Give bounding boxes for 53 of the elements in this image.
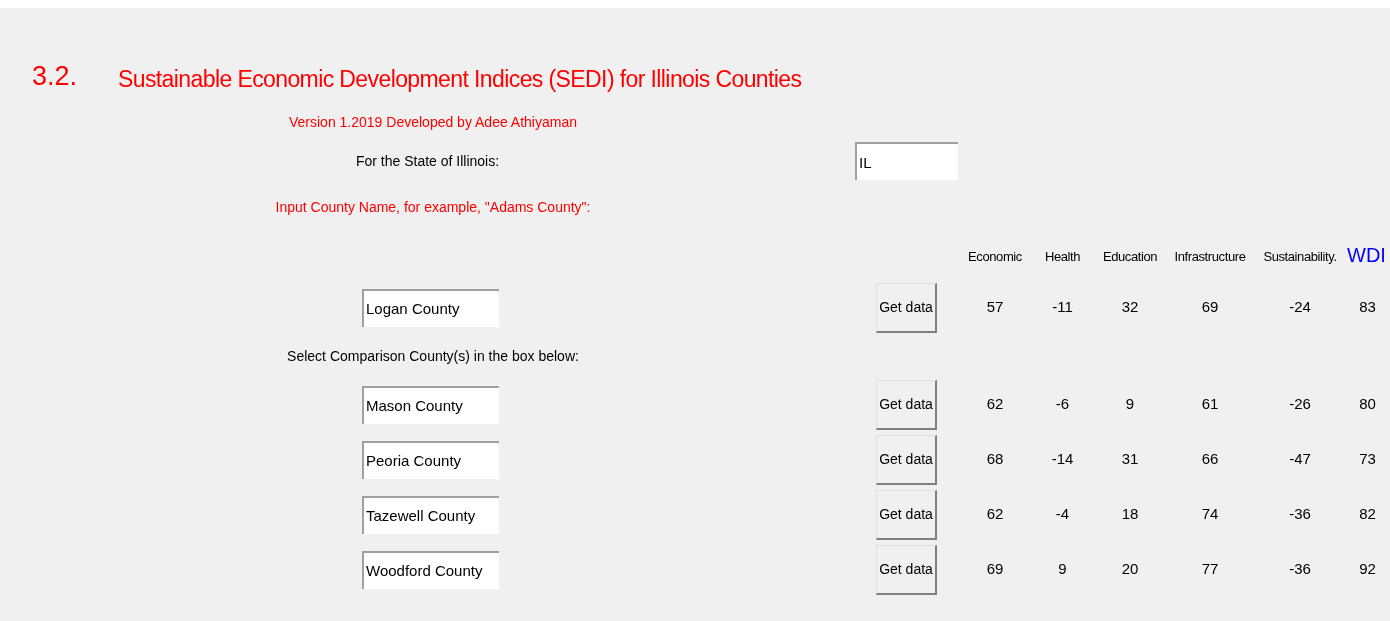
score-value: 73 [1358, 449, 1377, 470]
county-field[interactable]: Tazewell County [362, 495, 499, 534]
section-number: 3.2. [32, 59, 79, 93]
score-value: 9 [1124, 394, 1136, 415]
column-header: Economic [967, 247, 1023, 266]
score-value: -14 [1050, 449, 1075, 470]
county-field[interactable]: Mason County [362, 385, 499, 424]
page-title: Sustainable Economic Development Indices (SEDI) for Illinois Counties [118, 64, 802, 94]
get-data-button[interactable]: Get data [876, 489, 937, 540]
score-value: 80 [1358, 394, 1377, 415]
score-value: 31 [1120, 449, 1140, 470]
score-value: 61 [1200, 394, 1220, 415]
score-value: 68 [985, 449, 1005, 470]
version-text: Version 1.2019 Developed by Adee Athiyaman [288, 112, 578, 132]
column-header: WDI [1346, 243, 1387, 268]
comparison-prompt: Select Comparison County(s) in the box below: [286, 346, 580, 366]
county-field[interactable]: Logan County [362, 288, 499, 327]
score-value: 69 [985, 559, 1005, 580]
score-value: -47 [1288, 449, 1312, 470]
get-data-button[interactable]: Get data [876, 544, 937, 595]
score-value: 62 [985, 394, 1005, 415]
get-data-button[interactable]: Get data [876, 282, 937, 333]
score-value: 18 [1120, 504, 1140, 525]
state-label: For the State of Illinois: [354, 151, 501, 171]
score-value: 9 [1057, 559, 1068, 580]
score-value: 57 [985, 297, 1005, 318]
score-value: 92 [1358, 559, 1377, 580]
county-field[interactable]: Woodford County [362, 550, 499, 589]
column-header: Health [1043, 247, 1082, 266]
score-value: 74 [1200, 504, 1220, 525]
score-value: 69 [1200, 297, 1220, 318]
score-value: 62 [985, 504, 1005, 525]
score-value: 66 [1200, 449, 1220, 470]
column-header: Sustainability. [1262, 247, 1338, 266]
state-field[interactable]: IL [855, 142, 958, 180]
score-value: -36 [1288, 559, 1312, 580]
score-value: -24 [1288, 297, 1312, 318]
score-value: 77 [1200, 559, 1220, 580]
score-value: 20 [1120, 559, 1140, 580]
column-header: Education [1101, 247, 1159, 266]
score-value: -26 [1288, 394, 1312, 415]
get-data-button[interactable]: Get data [876, 434, 937, 485]
score-value: -4 [1054, 504, 1071, 525]
score-value: 82 [1358, 504, 1377, 525]
county-prompt: Input County Name, for example, "Adams County": [274, 197, 592, 217]
score-value: -36 [1288, 504, 1312, 525]
column-header: Infrastructure [1173, 247, 1247, 266]
score-value: 32 [1120, 297, 1140, 318]
score-value: -11 [1051, 297, 1074, 318]
get-data-button[interactable]: Get data [876, 379, 937, 430]
score-value: -6 [1054, 394, 1071, 415]
county-field[interactable]: Peoria County [362, 440, 499, 479]
score-value: 83 [1358, 297, 1377, 318]
